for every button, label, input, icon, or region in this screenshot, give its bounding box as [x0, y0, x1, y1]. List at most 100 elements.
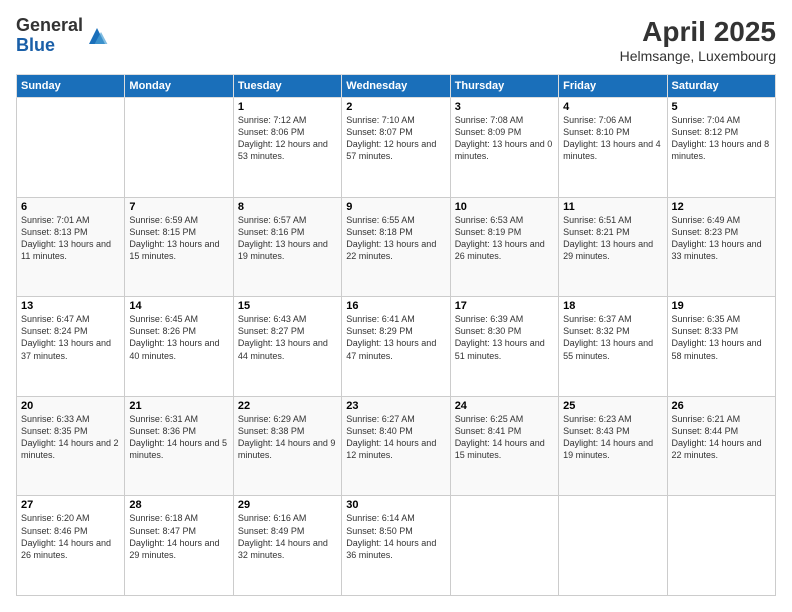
day-info: Sunrise: 6:49 AM Sunset: 8:23 PM Dayligh…	[672, 214, 771, 263]
day-number: 14	[129, 300, 228, 312]
calendar-week-row: 1Sunrise: 7:12 AM Sunset: 8:06 PM Daylig…	[17, 98, 776, 198]
title-block: April 2025 Helmsange, Luxembourg	[620, 16, 776, 64]
calendar-week-row: 27Sunrise: 6:20 AM Sunset: 8:46 PM Dayli…	[17, 496, 776, 596]
day-number: 10	[455, 201, 554, 213]
calendar-week-row: 20Sunrise: 6:33 AM Sunset: 8:35 PM Dayli…	[17, 396, 776, 496]
day-of-week-header: Friday	[559, 75, 667, 98]
calendar-cell	[17, 98, 125, 198]
day-of-week-header: Saturday	[667, 75, 775, 98]
day-info: Sunrise: 6:16 AM Sunset: 8:49 PM Dayligh…	[238, 512, 337, 561]
calendar-cell: 25Sunrise: 6:23 AM Sunset: 8:43 PM Dayli…	[559, 396, 667, 496]
calendar-cell: 23Sunrise: 6:27 AM Sunset: 8:40 PM Dayli…	[342, 396, 450, 496]
calendar-cell: 14Sunrise: 6:45 AM Sunset: 8:26 PM Dayli…	[125, 297, 233, 397]
calendar-cell: 12Sunrise: 6:49 AM Sunset: 8:23 PM Dayli…	[667, 197, 775, 297]
day-number: 15	[238, 300, 337, 312]
calendar-cell: 7Sunrise: 6:59 AM Sunset: 8:15 PM Daylig…	[125, 197, 233, 297]
calendar-cell: 18Sunrise: 6:37 AM Sunset: 8:32 PM Dayli…	[559, 297, 667, 397]
day-number: 24	[455, 400, 554, 412]
logo: General Blue	[16, 16, 109, 56]
day-number: 16	[346, 300, 445, 312]
calendar-cell: 5Sunrise: 7:04 AM Sunset: 8:12 PM Daylig…	[667, 98, 775, 198]
day-info: Sunrise: 6:25 AM Sunset: 8:41 PM Dayligh…	[455, 413, 554, 462]
day-number: 1	[238, 101, 337, 113]
logo-icon	[85, 24, 109, 48]
calendar-cell: 22Sunrise: 6:29 AM Sunset: 8:38 PM Dayli…	[233, 396, 341, 496]
day-of-week-header: Sunday	[17, 75, 125, 98]
day-number: 27	[21, 499, 120, 511]
day-info: Sunrise: 6:45 AM Sunset: 8:26 PM Dayligh…	[129, 313, 228, 362]
calendar-cell	[559, 496, 667, 596]
day-number: 26	[672, 400, 771, 412]
day-info: Sunrise: 7:04 AM Sunset: 8:12 PM Dayligh…	[672, 114, 771, 163]
calendar-cell: 2Sunrise: 7:10 AM Sunset: 8:07 PM Daylig…	[342, 98, 450, 198]
day-of-week-header: Monday	[125, 75, 233, 98]
day-number: 23	[346, 400, 445, 412]
day-number: 9	[346, 201, 445, 213]
calendar-cell: 27Sunrise: 6:20 AM Sunset: 8:46 PM Dayli…	[17, 496, 125, 596]
calendar-cell: 26Sunrise: 6:21 AM Sunset: 8:44 PM Dayli…	[667, 396, 775, 496]
day-number: 22	[238, 400, 337, 412]
day-number: 4	[563, 101, 662, 113]
calendar-cell: 17Sunrise: 6:39 AM Sunset: 8:30 PM Dayli…	[450, 297, 558, 397]
calendar-cell: 20Sunrise: 6:33 AM Sunset: 8:35 PM Dayli…	[17, 396, 125, 496]
calendar-cell	[450, 496, 558, 596]
calendar-cell	[125, 98, 233, 198]
day-number: 3	[455, 101, 554, 113]
day-info: Sunrise: 6:29 AM Sunset: 8:38 PM Dayligh…	[238, 413, 337, 462]
day-info: Sunrise: 7:08 AM Sunset: 8:09 PM Dayligh…	[455, 114, 554, 163]
day-info: Sunrise: 6:55 AM Sunset: 8:18 PM Dayligh…	[346, 214, 445, 263]
day-info: Sunrise: 6:14 AM Sunset: 8:50 PM Dayligh…	[346, 512, 445, 561]
calendar-table: SundayMondayTuesdayWednesdayThursdayFrid…	[16, 74, 776, 596]
day-info: Sunrise: 6:23 AM Sunset: 8:43 PM Dayligh…	[563, 413, 662, 462]
day-number: 25	[563, 400, 662, 412]
day-number: 5	[672, 101, 771, 113]
day-info: Sunrise: 6:47 AM Sunset: 8:24 PM Dayligh…	[21, 313, 120, 362]
calendar-cell: 29Sunrise: 6:16 AM Sunset: 8:49 PM Dayli…	[233, 496, 341, 596]
day-info: Sunrise: 6:57 AM Sunset: 8:16 PM Dayligh…	[238, 214, 337, 263]
day-number: 11	[563, 201, 662, 213]
calendar-cell: 21Sunrise: 6:31 AM Sunset: 8:36 PM Dayli…	[125, 396, 233, 496]
day-info: Sunrise: 7:10 AM Sunset: 8:07 PM Dayligh…	[346, 114, 445, 163]
calendar-cell: 30Sunrise: 6:14 AM Sunset: 8:50 PM Dayli…	[342, 496, 450, 596]
calendar-title: April 2025	[620, 16, 776, 48]
calendar-cell: 13Sunrise: 6:47 AM Sunset: 8:24 PM Dayli…	[17, 297, 125, 397]
day-info: Sunrise: 6:31 AM Sunset: 8:36 PM Dayligh…	[129, 413, 228, 462]
calendar-header-row: SundayMondayTuesdayWednesdayThursdayFrid…	[17, 75, 776, 98]
day-number: 13	[21, 300, 120, 312]
calendar-cell: 19Sunrise: 6:35 AM Sunset: 8:33 PM Dayli…	[667, 297, 775, 397]
calendar-cell: 8Sunrise: 6:57 AM Sunset: 8:16 PM Daylig…	[233, 197, 341, 297]
calendar-cell: 6Sunrise: 7:01 AM Sunset: 8:13 PM Daylig…	[17, 197, 125, 297]
calendar-cell: 24Sunrise: 6:25 AM Sunset: 8:41 PM Dayli…	[450, 396, 558, 496]
day-info: Sunrise: 6:59 AM Sunset: 8:15 PM Dayligh…	[129, 214, 228, 263]
calendar-subtitle: Helmsange, Luxembourg	[620, 48, 776, 64]
calendar-cell: 9Sunrise: 6:55 AM Sunset: 8:18 PM Daylig…	[342, 197, 450, 297]
logo-text: General Blue	[16, 16, 83, 56]
day-number: 29	[238, 499, 337, 511]
day-info: Sunrise: 7:06 AM Sunset: 8:10 PM Dayligh…	[563, 114, 662, 163]
day-info: Sunrise: 6:27 AM Sunset: 8:40 PM Dayligh…	[346, 413, 445, 462]
calendar-cell: 28Sunrise: 6:18 AM Sunset: 8:47 PM Dayli…	[125, 496, 233, 596]
day-of-week-header: Tuesday	[233, 75, 341, 98]
day-info: Sunrise: 6:37 AM Sunset: 8:32 PM Dayligh…	[563, 313, 662, 362]
calendar-cell: 1Sunrise: 7:12 AM Sunset: 8:06 PM Daylig…	[233, 98, 341, 198]
day-info: Sunrise: 6:43 AM Sunset: 8:27 PM Dayligh…	[238, 313, 337, 362]
day-info: Sunrise: 6:39 AM Sunset: 8:30 PM Dayligh…	[455, 313, 554, 362]
day-number: 18	[563, 300, 662, 312]
calendar-cell: 4Sunrise: 7:06 AM Sunset: 8:10 PM Daylig…	[559, 98, 667, 198]
day-number: 30	[346, 499, 445, 511]
day-info: Sunrise: 6:41 AM Sunset: 8:29 PM Dayligh…	[346, 313, 445, 362]
day-info: Sunrise: 7:01 AM Sunset: 8:13 PM Dayligh…	[21, 214, 120, 263]
calendar-cell: 16Sunrise: 6:41 AM Sunset: 8:29 PM Dayli…	[342, 297, 450, 397]
day-info: Sunrise: 6:18 AM Sunset: 8:47 PM Dayligh…	[129, 512, 228, 561]
day-of-week-header: Wednesday	[342, 75, 450, 98]
calendar-cell: 15Sunrise: 6:43 AM Sunset: 8:27 PM Dayli…	[233, 297, 341, 397]
calendar-week-row: 6Sunrise: 7:01 AM Sunset: 8:13 PM Daylig…	[17, 197, 776, 297]
day-of-week-header: Thursday	[450, 75, 558, 98]
day-number: 20	[21, 400, 120, 412]
day-info: Sunrise: 6:53 AM Sunset: 8:19 PM Dayligh…	[455, 214, 554, 263]
day-info: Sunrise: 6:51 AM Sunset: 8:21 PM Dayligh…	[563, 214, 662, 263]
day-number: 12	[672, 201, 771, 213]
day-number: 8	[238, 201, 337, 213]
day-info: Sunrise: 6:20 AM Sunset: 8:46 PM Dayligh…	[21, 512, 120, 561]
day-info: Sunrise: 6:21 AM Sunset: 8:44 PM Dayligh…	[672, 413, 771, 462]
